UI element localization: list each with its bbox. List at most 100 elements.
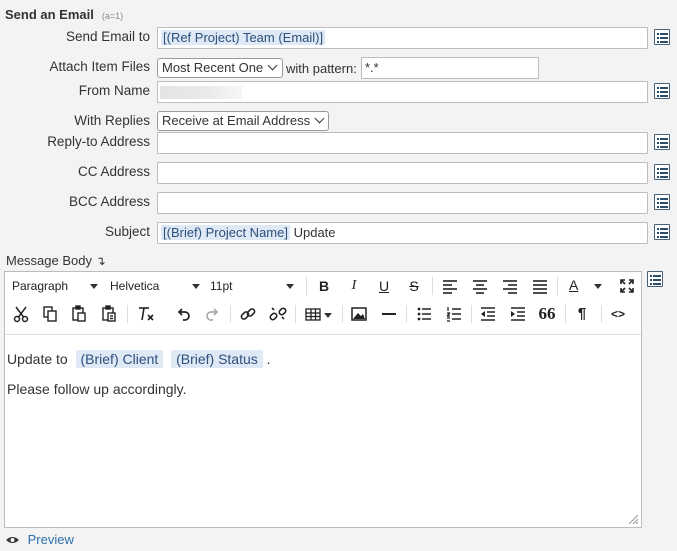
unlink-icon[interactable] <box>267 304 289 324</box>
rich-text-editor[interactable]: Paragraph Helvetica 11pt B I U S A 66 ¶ … <box>4 271 642 528</box>
copy-icon[interactable] <box>39 304 61 324</box>
table-button[interactable] <box>302 304 336 324</box>
strikethrough-button[interactable]: S <box>403 276 425 296</box>
chevron-down-icon <box>267 60 278 71</box>
horizontal-rule-icon[interactable] <box>378 304 400 324</box>
toolbar-divider <box>565 305 566 323</box>
toolbar-divider <box>432 277 433 295</box>
subject-text: Update <box>289 225 336 240</box>
subject-label: Subject <box>104 224 150 239</box>
section-title-text: Send an Email <box>5 7 94 22</box>
send-to-field[interactable]: [(Ref Project) Team (Email)] <box>157 27 648 49</box>
preview-label: Preview <box>27 532 74 548</box>
source-code-icon[interactable]: <> <box>607 304 629 324</box>
link-icon[interactable] <box>237 304 259 324</box>
replies-select-value: Receive at Email Address <box>162 113 311 128</box>
message-body-label-text: Message Body <box>6 253 92 268</box>
block-format-value: Paragraph <box>12 279 69 293</box>
align-left-icon[interactable] <box>439 276 461 296</box>
message-body-label: Message Body ↴ <box>6 253 106 268</box>
redo-icon[interactable] <box>202 304 224 324</box>
paste-icon[interactable] <box>68 304 90 324</box>
underline-button[interactable]: U <box>373 276 395 296</box>
message-picker-icon[interactable] <box>647 271 663 287</box>
align-right-icon[interactable] <box>499 276 521 296</box>
bold-button[interactable]: B <box>313 276 335 296</box>
replies-label: With Replies <box>74 113 150 128</box>
editor-content[interactable]: Update to (Brief) Client (Brief) Status … <box>5 334 641 527</box>
from-name-picker-icon[interactable] <box>654 83 670 99</box>
show-blocks-icon[interactable]: ¶ <box>571 304 593 324</box>
attach-select-value: Most Recent One <box>162 60 264 75</box>
pattern-input[interactable]: *.* <box>361 57 539 79</box>
preview-link[interactable]: Preview <box>5 531 74 547</box>
toolbar-divider <box>601 305 602 323</box>
bullet-list-icon[interactable] <box>413 304 435 324</box>
blockquote-icon[interactable]: 66 <box>535 304 559 324</box>
attach-select[interactable]: Most Recent One <box>157 58 283 78</box>
toolbar-divider <box>342 305 343 323</box>
body-line-2: Please follow up accordingly. <box>7 381 187 397</box>
toolbar-divider <box>471 305 472 323</box>
clear-formatting-icon[interactable] <box>134 304 158 324</box>
fullscreen-icon[interactable] <box>617 276 637 296</box>
editor-toolbar-row-1: Paragraph Helvetica 11pt B I U S A <box>5 272 641 299</box>
align-center-icon[interactable] <box>469 276 491 296</box>
body-line-1: Update to (Brief) Client (Brief) Status … <box>7 350 271 368</box>
reply-to-label: Reply-to Address <box>47 134 150 149</box>
status-token: (Brief) Status <box>171 350 263 368</box>
font-family-dropdown[interactable]: Helvetica <box>110 276 200 296</box>
font-size-value: 11pt <box>210 279 233 293</box>
cc-picker-icon[interactable] <box>654 164 670 180</box>
bcc-field[interactable] <box>157 192 648 214</box>
return-arrow-icon: ↴ <box>95 254 106 268</box>
font-family-value: Helvetica <box>110 279 160 293</box>
subject-picker-icon[interactable] <box>654 224 670 240</box>
indent-icon[interactable] <box>507 304 529 324</box>
outdent-icon[interactable] <box>477 304 499 324</box>
text-color-button[interactable]: A <box>563 276 605 296</box>
toolbar-divider <box>127 305 128 323</box>
paste-text-icon[interactable] <box>98 304 120 324</box>
undo-icon[interactable] <box>172 304 194 324</box>
reply-to-picker-icon[interactable] <box>654 134 670 150</box>
subject-token: [(Brief) Project Name] <box>161 225 290 240</box>
pattern-label: with pattern: <box>286 61 357 76</box>
send-to-label: Send Email to <box>65 29 150 44</box>
subject-field[interactable]: [(Brief) Project Name] Update <box>157 222 648 244</box>
cut-icon[interactable] <box>10 304 32 324</box>
bcc-label: BCC Address <box>68 194 150 209</box>
attach-label: Attach Item Files <box>49 59 150 74</box>
section-count: (a=1) <box>101 11 124 21</box>
reply-to-field[interactable] <box>157 132 648 154</box>
caret-down-icon <box>192 284 200 289</box>
toolbar-divider <box>306 277 307 295</box>
block-format-dropdown[interactable]: Paragraph <box>12 276 98 296</box>
align-justify-icon[interactable] <box>529 276 551 296</box>
body-line-1-suffix: . <box>266 351 271 367</box>
send-to-picker-icon[interactable] <box>654 29 670 45</box>
from-name-label: From Name <box>78 83 150 98</box>
font-size-dropdown[interactable]: 11pt <box>210 276 294 296</box>
bcc-picker-icon[interactable] <box>654 194 670 210</box>
from-name-field[interactable] <box>157 81 648 103</box>
eye-icon <box>6 536 19 543</box>
toolbar-divider <box>406 305 407 323</box>
image-icon[interactable] <box>348 304 370 324</box>
caret-down-icon <box>286 284 294 289</box>
cc-label: CC Address <box>77 164 150 179</box>
toolbar-divider <box>557 277 558 295</box>
cc-field[interactable] <box>157 162 648 184</box>
resize-handle-icon[interactable] <box>629 515 638 524</box>
client-token: (Brief) Client <box>75 350 164 368</box>
italic-button[interactable]: I <box>343 276 365 296</box>
text-color-letter: A <box>569 277 579 293</box>
redacted-blur <box>160 86 242 99</box>
body-line-1-prefix: Update to <box>7 351 68 367</box>
toolbar-divider <box>295 305 296 323</box>
toolbar-divider <box>230 305 231 323</box>
numbered-list-icon[interactable] <box>443 304 465 324</box>
replies-select[interactable]: Receive at Email Address <box>157 111 329 131</box>
caret-down-icon <box>594 284 602 289</box>
chevron-down-icon <box>314 113 325 124</box>
